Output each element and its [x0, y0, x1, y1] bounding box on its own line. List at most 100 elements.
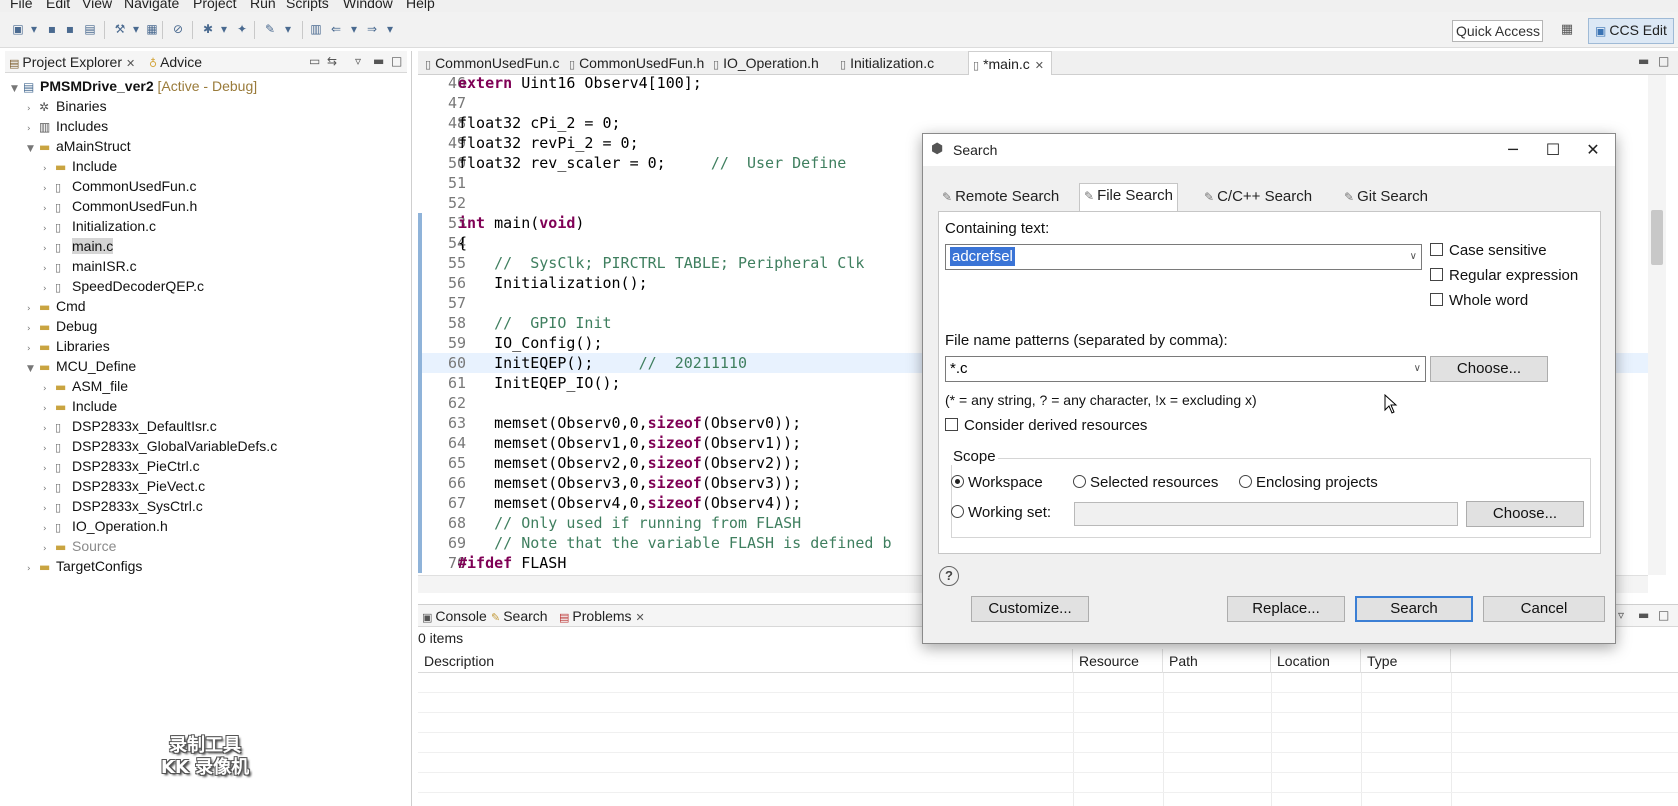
view-menu-icon[interactable]: ▿ [355, 54, 361, 68]
checkbox-box[interactable] [945, 418, 958, 431]
tree-item[interactable]: › ▯ DSP2833x_DefaultIsr.c [43, 416, 217, 436]
new-dropdown-icon[interactable]: ▾ [26, 21, 42, 37]
tree-item[interactable]: › ▯ DSP2833x_PieVect.c [43, 476, 205, 496]
menu-item-edit[interactable]: Edit [46, 0, 70, 11]
editor-tab[interactable]: ▯ *main.c ✕ [968, 51, 1052, 75]
maximize-icon[interactable]: □ [391, 54, 402, 68]
scope-selected-radio[interactable]: Selected resources [1073, 474, 1218, 491]
containing-text-combo[interactable]: adcrefsel ∨ [945, 244, 1422, 270]
editor-vertical-scrollbar[interactable] [1648, 75, 1666, 575]
tab-file-search[interactable]: ✎ File Search [1079, 183, 1178, 211]
clean-icon[interactable]: ▦ [144, 21, 160, 37]
close-window-button[interactable]: ✕ [1573, 136, 1613, 164]
radio-dot[interactable] [1239, 475, 1252, 488]
chevron-down-icon[interactable]: ∨ [1414, 357, 1421, 381]
customize-button[interactable]: Customize... [971, 596, 1089, 622]
column-type[interactable]: Type [1361, 649, 1451, 673]
tree-item[interactable]: › ▯ SpeedDecoderQEP.c [43, 276, 204, 296]
menu-item-navigate[interactable]: Navigate [124, 0, 179, 11]
tree-item[interactable]: › ▯ DSP2833x_SysCtrl.c [43, 496, 203, 516]
checkbox-box[interactable] [1430, 243, 1443, 256]
minimize-icon[interactable]: ▬ [1638, 54, 1649, 68]
save-icon[interactable]: ▪ [44, 21, 60, 37]
tree-item[interactable]: › ▯ mainISR.c [43, 256, 137, 276]
help-icon[interactable]: ? [939, 566, 959, 586]
column-resource[interactable]: Resource [1073, 649, 1163, 673]
search-toolbar-icon[interactable]: ⊘ [170, 21, 186, 37]
tree-item[interactable]: › ▬ Include [43, 156, 117, 176]
search-button[interactable]: Search [1355, 596, 1473, 622]
view-menu-icon[interactable]: ▿ [1618, 608, 1624, 622]
new-file-icon[interactable]: ▣ [10, 21, 26, 37]
column-location[interactable]: Location [1271, 649, 1361, 673]
print-icon[interactable]: ▤ [82, 21, 98, 37]
maximize-icon[interactable]: □ [1658, 54, 1669, 68]
tab-problems[interactable]: ▤ Problems ✕ [559, 608, 645, 624]
working-set-field[interactable] [1074, 502, 1458, 526]
scope-working-set-radio[interactable]: Working set: [951, 504, 1051, 521]
tab-project-explorer[interactable]: ▤ Project Explorer ✕ [9, 54, 135, 70]
choose-patterns-button[interactable]: Choose... [1430, 356, 1548, 382]
tree-item[interactable]: › ▬ Debug [27, 316, 97, 336]
editor-tab[interactable]: ▯ Initialization.c [836, 51, 964, 75]
pin-icon[interactable]: ▥ [308, 21, 324, 37]
save-all-icon[interactable]: ▪ [62, 21, 78, 37]
maximize-icon[interactable]: □ [1658, 608, 1669, 622]
chevron-down-icon[interactable]: ▼ [27, 139, 39, 159]
choose-working-set-button[interactable]: Choose... [1466, 501, 1584, 527]
scope-enclosing-radio[interactable]: Enclosing projects [1239, 474, 1378, 491]
editor-tab[interactable]: ▯ CommonUsedFun.h [565, 51, 705, 75]
menu-item-scripts[interactable]: Scripts [286, 0, 329, 11]
consider-derived-checkbox[interactable]: Consider derived resources [945, 417, 1147, 434]
whole-word-checkbox[interactable]: Whole word [1430, 292, 1528, 309]
menu-item-help[interactable]: Help [406, 0, 435, 11]
menu-item-project[interactable]: Project [193, 0, 237, 11]
build-icon[interactable]: ⚒ [112, 21, 128, 37]
tree-item[interactable]: › ▬ Libraries [27, 336, 110, 356]
back-dropdown-icon[interactable]: ▾ [346, 21, 362, 37]
tree-item[interactable]: › ▬ Cmd [27, 296, 86, 316]
chevron-down-icon[interactable]: ∨ [1410, 245, 1417, 269]
file-patterns-value[interactable]: *.c [950, 360, 968, 377]
tree-item[interactable]: ▼ ▬ MCU_Define [27, 356, 136, 376]
chevron-right-icon[interactable]: › [27, 559, 39, 579]
regular-expression-checkbox[interactable]: Regular expression [1430, 267, 1578, 284]
tree-item[interactable]: › ✲ Binaries [27, 96, 107, 116]
edit-dropdown-icon[interactable]: ▾ [280, 21, 296, 37]
forward-dropdown-icon[interactable]: ▾ [382, 21, 398, 37]
tree-item[interactable]: › ▯ DSP2833x_PieCtrl.c [43, 456, 200, 476]
checkbox-box[interactable] [1430, 268, 1443, 281]
debug-icon[interactable]: ✱ [200, 21, 216, 37]
tree-item[interactable]: › ▯ CommonUsedFun.h [43, 196, 197, 216]
build-dropdown-icon[interactable]: ▾ [128, 21, 144, 37]
tree-item[interactable]: › ▯ DSP2833x_GlobalVariableDefs.c [43, 436, 277, 456]
close-icon[interactable]: ✕ [636, 611, 645, 624]
tab-cpp-search[interactable]: ✎ C/C++ Search [1200, 185, 1316, 211]
file-patterns-combo[interactable]: *.c ∨ [945, 356, 1426, 382]
tree-item[interactable]: › ▬ TargetConfigs [27, 556, 142, 576]
flash-icon[interactable]: ✦ [234, 21, 250, 37]
tree-item[interactable]: › ▯ IO_Operation.h [43, 516, 168, 536]
menu-item-view[interactable]: View [82, 0, 112, 11]
tree-item[interactable]: › ▯ main.c [43, 236, 114, 256]
tree-item[interactable]: › ▬ Source [43, 536, 116, 556]
open-perspective-icon[interactable]: ✎ [262, 21, 278, 37]
containing-text-value[interactable]: adcrefsel [950, 247, 1015, 266]
close-icon[interactable]: ✕ [126, 57, 135, 70]
editor-tab[interactable]: ▯ CommonUsedFun.c [421, 51, 561, 75]
perspective-ccs-edit-button[interactable]: ▣ CCS Edit [1588, 18, 1674, 44]
tab-advice[interactable]: ♁ Advice [149, 54, 202, 70]
editor-tab[interactable]: ▯ IO_Operation.h [709, 51, 831, 75]
chevron-down-icon[interactable]: ▼ [27, 359, 39, 379]
collapse-all-icon[interactable]: ▭ [309, 54, 320, 68]
radio-dot[interactable] [951, 475, 964, 488]
tree-item[interactable]: › ▬ ASM_file [43, 376, 128, 396]
menu-item-run[interactable]: Run [250, 0, 276, 11]
quick-access-input[interactable]: Quick Access [1452, 20, 1543, 42]
open-perspective-button[interactable]: ▦ [1557, 19, 1577, 41]
tree-item[interactable]: ▼ ▬ aMainStruct [27, 136, 131, 156]
maximize-window-button[interactable]: ☐ [1533, 136, 1573, 164]
radio-dot[interactable] [951, 505, 964, 518]
tab-console[interactable]: ▣ Console [422, 608, 487, 624]
link-editor-icon[interactable]: ⇆ [327, 54, 337, 68]
